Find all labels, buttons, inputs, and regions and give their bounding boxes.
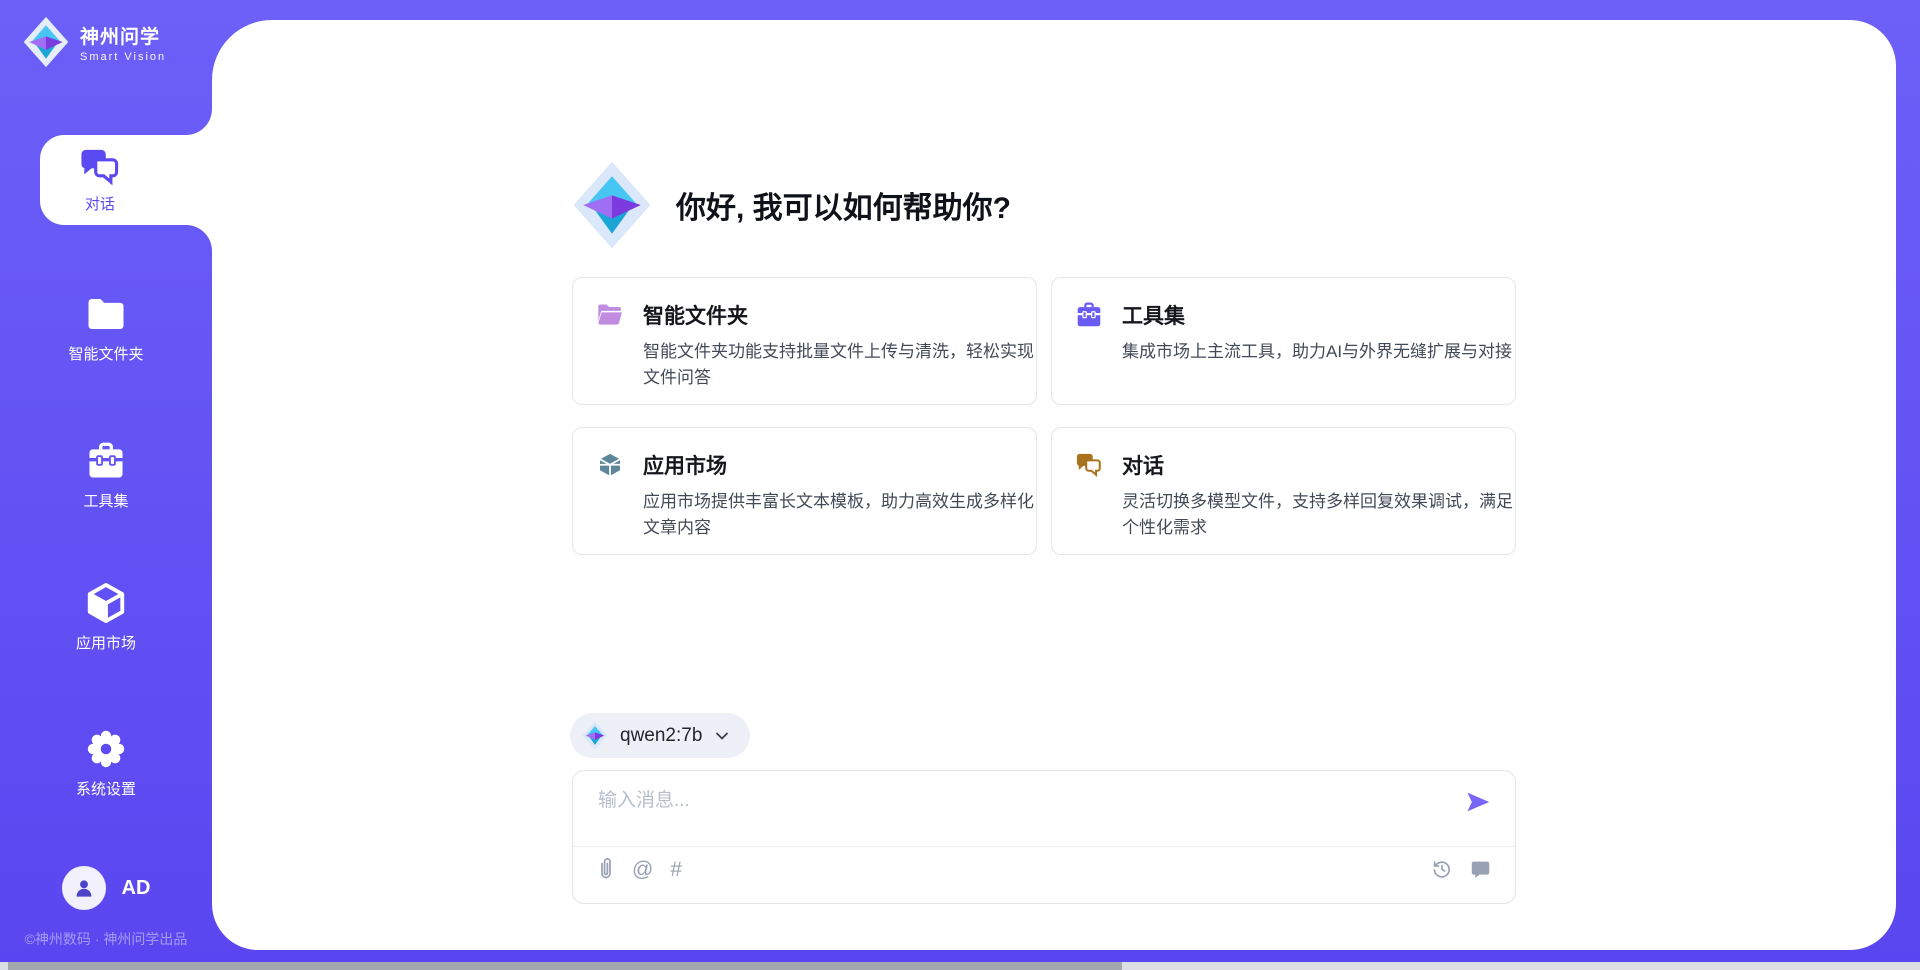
card-title: 对话 [1122, 450, 1164, 480]
card-app-market[interactable]: 应用市场 应用市场提供丰富长文本模板，助力高效生成多样化文章内容 [572, 427, 1037, 555]
assistant-diamond-icon [572, 160, 652, 250]
main-panel: 你好, 我可以如何帮助你? 智能文件夹 智能文件夹功能支持批量文件上传与清洗，轻… [212, 20, 1896, 950]
brand-diamond-icon [22, 16, 70, 68]
card-description: 集成市场上主流工具，助力AI与外界无缝扩展与对接 [1122, 339, 1514, 365]
card-title: 智能文件夹 [643, 300, 748, 330]
avatar [62, 866, 106, 910]
scrollbar-thumb[interactable] [8, 962, 1122, 970]
model-diamond-icon [582, 721, 608, 750]
sidebar-item-label: 智能文件夹 [68, 343, 143, 364]
card-title: 工具集 [1122, 300, 1185, 330]
sidebar-item-toolbox[interactable]: 工具集 [0, 441, 212, 511]
gear-icon [85, 728, 127, 770]
tab-curve-bottom [186, 225, 212, 251]
feature-cards: 智能文件夹 智能文件夹功能支持批量文件上传与清洗，轻松实现文件问答 工具集 集成… [572, 277, 1516, 555]
user-initials: AD [122, 877, 151, 900]
folder-icon [596, 302, 624, 328]
sidebar-item-settings[interactable]: 系统设置 [0, 729, 212, 799]
horizontal-scrollbar[interactable] [0, 962, 1920, 970]
message-composer: @ # [572, 770, 1516, 904]
greeting-title: 你好, 我可以如何帮助你? [676, 183, 1011, 227]
toolbox-icon [86, 442, 126, 480]
card-chat[interactable]: 对话 灵活切换多模型文件，支持多样回复效果调试，满足个性化需求 [1051, 427, 1516, 555]
brand-title: 神州问学 [80, 22, 166, 49]
composer-divider [573, 846, 1515, 847]
card-description: 灵活切换多模型文件，支持多样回复效果调试，满足个性化需求 [1122, 489, 1514, 541]
sidebar-item-smart-folder[interactable]: 智能文件夹 [0, 294, 212, 364]
paperclip-icon [597, 857, 615, 881]
sidebar-item-label: 应用市场 [76, 632, 136, 653]
message-input[interactable] [598, 785, 1438, 837]
sidebar-item-app-market[interactable]: 应用市场 [0, 583, 212, 653]
card-title: 应用市场 [643, 450, 727, 480]
user-profile[interactable]: AD [0, 866, 212, 910]
card-description: 智能文件夹功能支持批量文件上传与清洗，轻松实现文件问答 [643, 339, 1035, 391]
comments-icon [1470, 859, 1491, 880]
model-selector[interactable]: qwen2:7b [570, 713, 750, 758]
send-button[interactable] [1463, 787, 1493, 817]
person-icon [71, 875, 97, 901]
mention-button[interactable]: @ [632, 859, 653, 880]
card-smart-folder[interactable]: 智能文件夹 智能文件夹功能支持批量文件上传与清洗，轻松实现文件问答 [572, 277, 1037, 405]
greeting: 你好, 我可以如何帮助你? [572, 160, 1011, 250]
sidebar-item-chat[interactable]: 对话 [40, 135, 220, 225]
toolbox-icon [1075, 302, 1103, 328]
attachment-button[interactable] [597, 857, 615, 881]
topic-button[interactable]: # [670, 859, 682, 880]
card-toolbox[interactable]: 工具集 集成市场上主流工具，助力AI与外界无缝扩展与对接 [1051, 277, 1516, 405]
brand-subtitle: Smart Vision [80, 51, 166, 63]
comments-button[interactable] [1470, 859, 1491, 880]
sidebar-item-label: 对话 [85, 193, 115, 214]
model-label: qwen2:7b [620, 725, 702, 747]
chevron-down-icon [714, 728, 730, 744]
cube-icon [85, 581, 127, 625]
chat-icon [78, 147, 122, 187]
sidebar-item-label: 工具集 [83, 490, 128, 511]
brand-logo: 神州问学 Smart Vision [22, 16, 166, 68]
sidebar-item-label: 系统设置 [76, 778, 136, 799]
sidebar: 神州问学 Smart Vision 对话 智能文件夹 [0, 0, 212, 970]
chat-icon [1075, 452, 1103, 478]
card-description: 应用市场提供丰富长文本模板，助力高效生成多样化文章内容 [643, 489, 1035, 541]
history-icon [1431, 858, 1453, 880]
market-cube-icon [596, 452, 624, 478]
folder-icon [86, 297, 126, 331]
copyright-footer: ©神州数码 · 神州问学出品 [0, 929, 212, 949]
send-icon [1463, 787, 1493, 817]
history-button[interactable] [1431, 858, 1453, 880]
tab-curve-top [186, 109, 212, 135]
